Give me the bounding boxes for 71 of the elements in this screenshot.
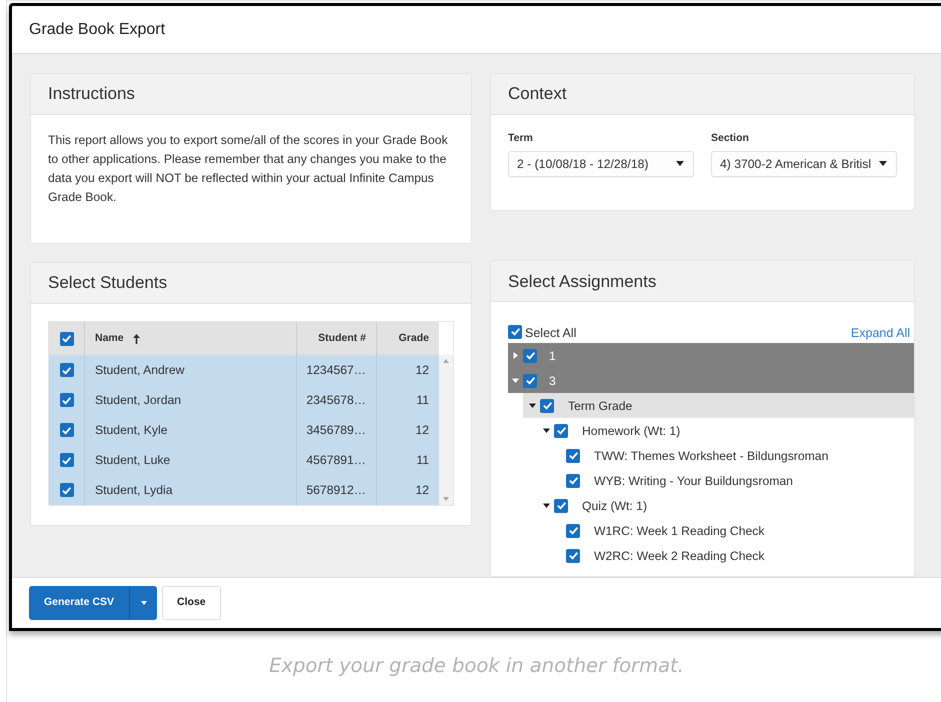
table-cell-text: 12	[415, 422, 429, 439]
checkbox[interactable]	[60, 363, 74, 377]
checkbox[interactable]	[60, 453, 74, 467]
select-all-label: Select All	[525, 325, 576, 342]
tree-row[interactable]: Term Grade	[523, 393, 914, 418]
checkbox[interactable]	[523, 374, 537, 388]
card-title: Context	[508, 83, 567, 106]
table-cell-text: 4567891…	[306, 452, 366, 469]
collapse-toggle-icon[interactable]	[543, 427, 550, 434]
tree-label: WYB: Writing - Your Buildungsroman	[594, 472, 793, 490]
field-label: Section	[711, 131, 750, 146]
caret-icon	[676, 161, 684, 166]
close-button[interactable]: Close	[162, 586, 221, 620]
window-title: Grade Book Export	[29, 20, 166, 40]
checkbox[interactable]	[523, 348, 537, 363]
table-row[interactable]: Student, Kyle 3456789… 12	[49, 415, 439, 445]
checkbox[interactable]	[566, 448, 580, 463]
card-title: Select Students	[48, 272, 168, 294]
table-cell-text: Student, Kyle	[95, 422, 168, 439]
checkbox[interactable]	[554, 498, 568, 513]
table-cell-text: 5678912…	[306, 482, 366, 499]
tree-label: 1	[549, 348, 556, 365]
caret-icon	[140, 601, 147, 605]
expand-toggle-icon[interactable]	[512, 352, 519, 360]
checkbox[interactable]	[566, 548, 580, 563]
checkbox[interactable]	[540, 398, 554, 413]
collapse-toggle-icon[interactable]	[512, 377, 519, 384]
table-cell-text: Student, Lydia	[95, 482, 172, 499]
field-label: Term	[508, 131, 534, 146]
table-cell-text: Student, Jordan	[95, 392, 182, 409]
checkbox[interactable]	[60, 332, 74, 346]
instructions-text: This report allows you to export some/all of the scores in your Grade Book to other applications. Please remember that any changes you make to the data you export will NOT be reflected within your actual Infinite Campus Grade Book.	[47, 132, 449, 206]
collapse-toggle-icon[interactable]	[529, 402, 536, 410]
table-cell-text: Student, Luke	[95, 452, 170, 469]
tree-label: Quiz (Wt: 1)	[582, 498, 648, 515]
tree-label: Term Grade	[568, 398, 632, 415]
dropdown[interactable]: 4) 3700-2 American & Britisl	[711, 150, 897, 177]
table-cell-text: 1234567…	[306, 362, 366, 379]
dropdown[interactable]: 2 - (10/08/18 - 12/28/18)	[508, 150, 694, 177]
collapse-toggle-icon[interactable]	[543, 502, 550, 510]
tree-label: W1RC: Week 1 Reading Check	[594, 522, 764, 540]
card-title: Instructions	[48, 83, 135, 106]
tree-row[interactable]: 3	[508, 368, 914, 394]
tree-label: 3	[549, 372, 556, 390]
tree-label: TWW: Themes Worksheet - Bildungsroman	[594, 448, 828, 465]
table-row[interactable]: Student, Lydia 5678912… 12	[49, 475, 439, 505]
expand-all-link[interactable]: Expand All	[850, 324, 910, 343]
checkbox[interactable]	[566, 474, 580, 488]
checkbox[interactable]	[508, 324, 522, 339]
table-row[interactable]: Student, Luke 4567891… 11	[49, 445, 439, 475]
table-row[interactable]: Student, Andrew 1234567… 12	[49, 355, 439, 385]
checkbox[interactable]	[566, 524, 580, 538]
column-header[interactable]: Grade	[377, 322, 439, 355]
table-cell-text: 11	[416, 392, 429, 409]
checkbox[interactable]	[60, 483, 74, 497]
caption: Export your grade book in another format.	[269, 653, 684, 679]
table-cell-text: Student, Andrew	[95, 362, 184, 379]
table-row[interactable]: Student, Jordan 2345678… 11	[49, 385, 439, 415]
tree-row[interactable]: 1	[508, 343, 914, 368]
tree-label: W2RC: Week 2 Reading Check	[594, 548, 764, 565]
tree-label: Homework (Wt: 1)	[582, 422, 680, 440]
table-cell-text: 3456789…	[306, 422, 366, 439]
caret-icon	[879, 161, 887, 166]
table-cell-text: 12	[415, 362, 429, 379]
table-cell-text: 2345678…	[306, 392, 366, 409]
table-cell-text: 12	[415, 482, 429, 499]
checkbox[interactable]	[60, 423, 74, 437]
table-cell-text: 11	[416, 452, 429, 469]
checkbox[interactable]	[60, 393, 74, 407]
card-title: Select Assignments	[508, 270, 656, 293]
checkbox[interactable]	[554, 424, 568, 438]
